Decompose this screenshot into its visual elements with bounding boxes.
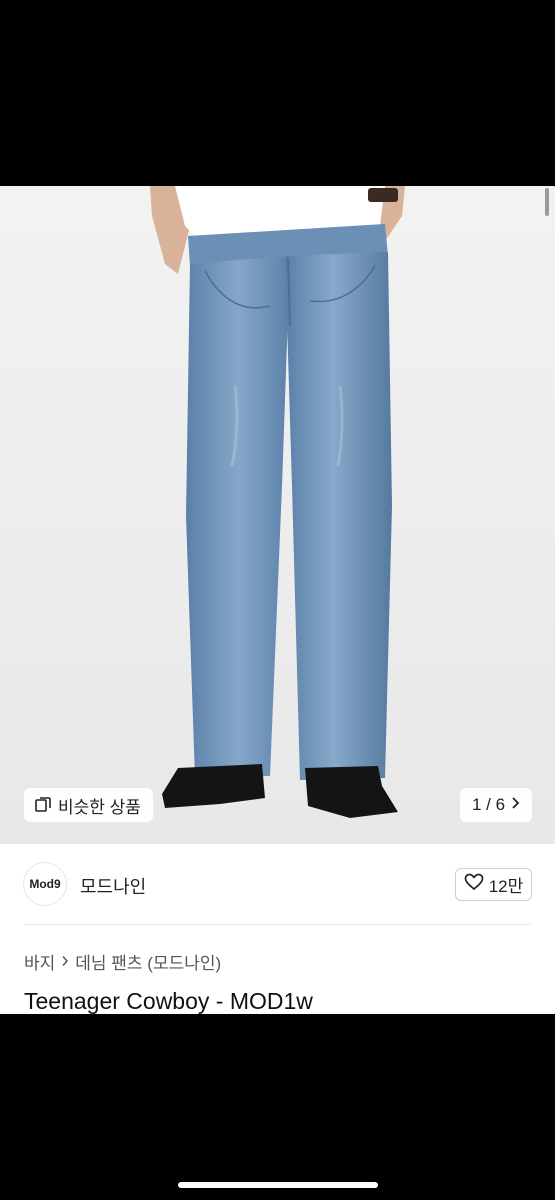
- image-counter-text: 1 / 6: [471, 795, 506, 814]
- heart-icon: [464, 873, 484, 896]
- breadcrumb: 바지 데님 팬츠 (모드나인): [24, 949, 221, 974]
- divider: [24, 924, 531, 925]
- similar-items-button[interactable]: 비슷한 상품: [24, 788, 153, 822]
- product-image[interactable]: [0, 186, 555, 844]
- top-black-bar: [0, 0, 555, 186]
- product-title: Teenager Cowboy - MOD1w: [24, 988, 313, 1014]
- like-button[interactable]: 12만: [455, 868, 532, 901]
- product-page[interactable]: 비슷한 상품 1 / 6 Mod9 모드나인 12만 바지 데님 팬츠 (모드나…: [0, 186, 555, 1014]
- similar-items-label: 비슷한 상품: [58, 797, 141, 817]
- chevron-right-icon: [61, 952, 69, 972]
- like-count: 12만: [488, 877, 524, 896]
- image-counter[interactable]: 1 / 6: [460, 788, 532, 822]
- brand-logo-text: Mod9: [29, 877, 61, 891]
- bottom-black-bar: [0, 1014, 555, 1200]
- home-indicator[interactable]: [178, 1182, 378, 1188]
- brand-logo[interactable]: Mod9: [23, 862, 67, 906]
- chevron-right-icon: [511, 795, 520, 815]
- brand-row: Mod9 모드나인 12만: [0, 844, 555, 924]
- breadcrumb-subcategory[interactable]: 데님 팬츠 (모드나인): [75, 949, 221, 974]
- scrollbar[interactable]: [545, 188, 549, 216]
- breadcrumb-category[interactable]: 바지: [24, 949, 55, 974]
- brand-name[interactable]: 모드나인: [80, 873, 146, 899]
- similar-items-icon: [34, 796, 52, 814]
